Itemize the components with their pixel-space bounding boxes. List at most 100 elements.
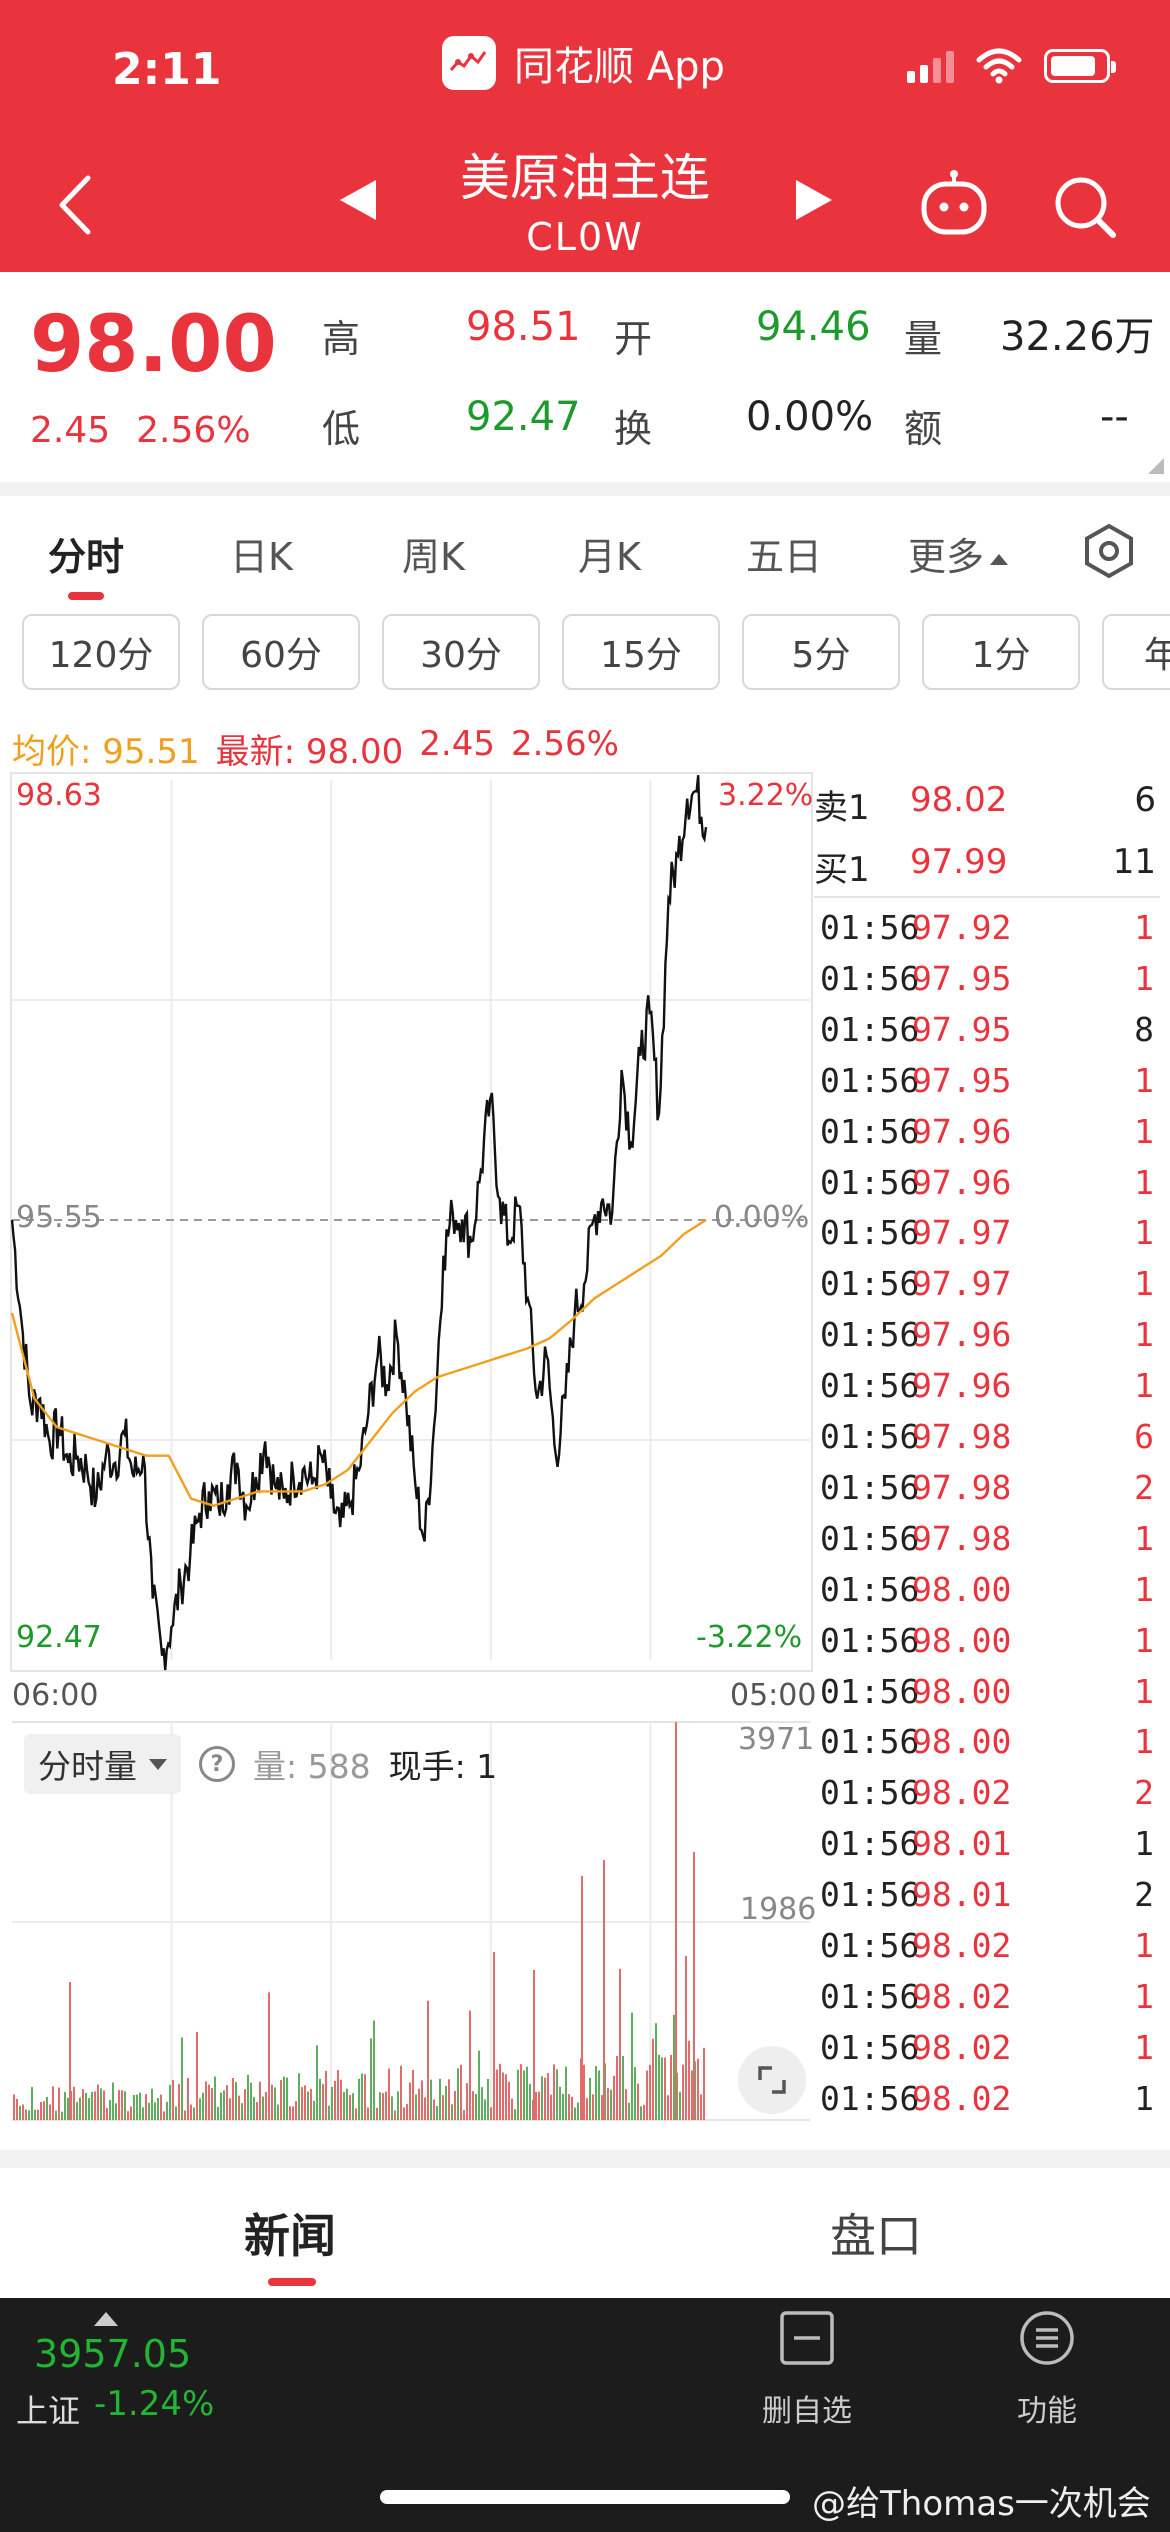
tick-price: 97.96 <box>912 1111 1012 1151</box>
tick-row: 01:56 98.00 1 <box>814 1668 1160 1719</box>
tick-time: 01:56 <box>820 2078 920 2118</box>
tick-qty: 1 <box>1134 1824 1154 1864</box>
caret-down-icon <box>149 1758 167 1770</box>
tick-price: 98.02 <box>912 2027 1012 2067</box>
tick-row: 01:56 98.02 1 <box>814 2075 1160 2126</box>
volume-max-label: 3971 <box>738 1722 815 1757</box>
expand-caret-icon[interactable] <box>94 2312 118 2326</box>
tick-time: 01:56 <box>820 1417 920 1456</box>
volume-indicator-select[interactable]: 分时量 <box>24 1734 181 1794</box>
watermark: @给Thomas一次机会 <box>812 2484 1151 2524</box>
tick-time: 01:56 <box>820 1722 920 1762</box>
tick-time: 01:56 <box>820 1213 920 1253</box>
functions-label: 功能 <box>1017 2394 1077 2429</box>
tick-price: 98.00 <box>912 1671 1012 1711</box>
tick-time: 01:56 <box>820 1162 920 1202</box>
tick-qty: 1 <box>1134 1671 1154 1711</box>
tick-time: 01:56 <box>820 1569 920 1609</box>
tick-time: 01:56 <box>820 908 920 947</box>
news-tab-indicator <box>268 2278 316 2286</box>
tick-price: 97.96 <box>912 1315 1012 1355</box>
tick-qty: 1 <box>1134 1315 1154 1355</box>
tick-qty: 1 <box>1134 908 1154 947</box>
volume-indicator-label: 分时量 <box>38 1747 137 1786</box>
volume-readout-value: 588 <box>307 1747 371 1786</box>
tick-price: 98.02 <box>912 1976 1012 2016</box>
tick-row: 01:56 97.95 1 <box>814 955 1160 1006</box>
tick-qty: 1 <box>1134 1620 1154 1660</box>
tick-row: 01:56 97.96 1 <box>814 1159 1160 1210</box>
tick-price: 97.97 <box>912 1264 1012 1304</box>
tick-row: 01:56 97.96 1 <box>814 1362 1160 1413</box>
tick-qty: 1 <box>1134 2078 1154 2118</box>
tick-price: 98.02 <box>912 2078 1012 2118</box>
tab-order-panel[interactable]: 盘口 <box>830 2200 922 2266</box>
tab-news[interactable]: 新闻 <box>244 2200 336 2266</box>
tick-time: 01:56 <box>820 1671 920 1711</box>
tick-qty: 2 <box>1134 1467 1154 1507</box>
bid-label: 买1 <box>814 850 870 890</box>
price-low-label: 92.47 <box>16 1620 102 1655</box>
tick-qty: 1 <box>1134 1976 1154 2016</box>
tick-row: 01:56 97.92 1 <box>814 904 1160 955</box>
tick-time: 01:56 <box>820 1009 920 1049</box>
tick-qty: 2 <box>1134 1773 1154 1813</box>
tick-row: 01:56 98.01 2 <box>814 1871 1160 1922</box>
tick-row: 01:56 97.97 1 <box>814 1260 1160 1311</box>
remove-watchlist-button[interactable]: 删自选 <box>732 2310 882 2430</box>
volume-readout-label: 量: <box>253 1747 298 1786</box>
index-value[interactable]: 3957.05 <box>34 2332 191 2376</box>
fullscreen-icon <box>758 2066 786 2094</box>
tick-row: 01:56 98.00 1 <box>814 1566 1160 1617</box>
tick-time: 01:56 <box>820 1467 920 1507</box>
tick-qty: 1 <box>1134 2027 1154 2067</box>
home-indicator[interactable] <box>380 2490 790 2504</box>
functions-button[interactable]: 功能 <box>972 2310 1122 2430</box>
pct-mid-label: 0.00% <box>714 1200 810 1235</box>
tick-row: 01:56 97.96 1 <box>814 1108 1160 1159</box>
tick-row: 01:56 98.02 2 <box>814 1769 1160 1820</box>
tick-price: 98.02 <box>912 1773 1012 1813</box>
tick-time: 01:56 <box>820 1620 920 1660</box>
price-high-label: 98.63 <box>16 778 102 813</box>
time-end-label: 05:00 <box>730 1678 817 1713</box>
tick-price: 97.92 <box>912 908 1012 947</box>
tick-row: 01:56 98.02 1 <box>814 2024 1160 2075</box>
tick-qty: 6 <box>1134 1417 1154 1456</box>
tick-time: 01:56 <box>820 1111 920 1151</box>
tick-time: 01:56 <box>820 1824 920 1864</box>
fullscreen-button[interactable] <box>738 2046 806 2114</box>
tick-row: 01:56 98.00 1 <box>814 1718 1160 1769</box>
remove-watchlist-label: 删自选 <box>762 2394 852 2429</box>
price-line <box>10 775 708 1671</box>
tick-price: 98.01 <box>912 1824 1012 1864</box>
tick-time: 01:56 <box>820 1366 920 1406</box>
tick-qty: 1 <box>1134 1213 1154 1253</box>
tick-price: 97.98 <box>912 1417 1012 1456</box>
divider <box>0 2150 1170 2168</box>
ask-price: 98.02 <box>910 780 1008 820</box>
index-change-pct: -1.24% <box>94 2384 215 2424</box>
tick-price: 97.98 <box>912 1518 1012 1558</box>
tick-row: 01:56 98.02 1 <box>814 1922 1160 1973</box>
ask-label: 卖1 <box>814 788 870 828</box>
tick-time: 01:56 <box>820 1976 920 2016</box>
ask-row: 卖1 98.02 6 <box>814 772 1160 832</box>
tick-row: 01:56 97.97 1 <box>814 1209 1160 1260</box>
tick-time: 01:56 <box>820 1518 920 1558</box>
remove-watchlist-icon <box>780 2311 834 2365</box>
tick-qty: 1 <box>1134 1926 1154 1965</box>
tick-qty: 1 <box>1134 1264 1154 1304</box>
tick-price: 97.95 <box>912 1060 1012 1100</box>
bid-row: 买1 97.99 11 <box>814 834 1160 894</box>
bid-qty: 11 <box>1112 842 1156 882</box>
hand-readout-label: 现手: <box>388 1747 466 1786</box>
tick-price: 97.95 <box>912 958 1012 998</box>
tick-time: 01:56 <box>820 2027 920 2067</box>
tick-time: 01:56 <box>820 1060 920 1100</box>
help-icon[interactable]: ? <box>199 1746 235 1782</box>
tick-price: 98.02 <box>912 1926 1012 1965</box>
book-divider <box>814 896 1160 898</box>
tick-qty: 1 <box>1134 1111 1154 1151</box>
tick-row: 01:56 98.00 1 <box>814 1617 1160 1668</box>
